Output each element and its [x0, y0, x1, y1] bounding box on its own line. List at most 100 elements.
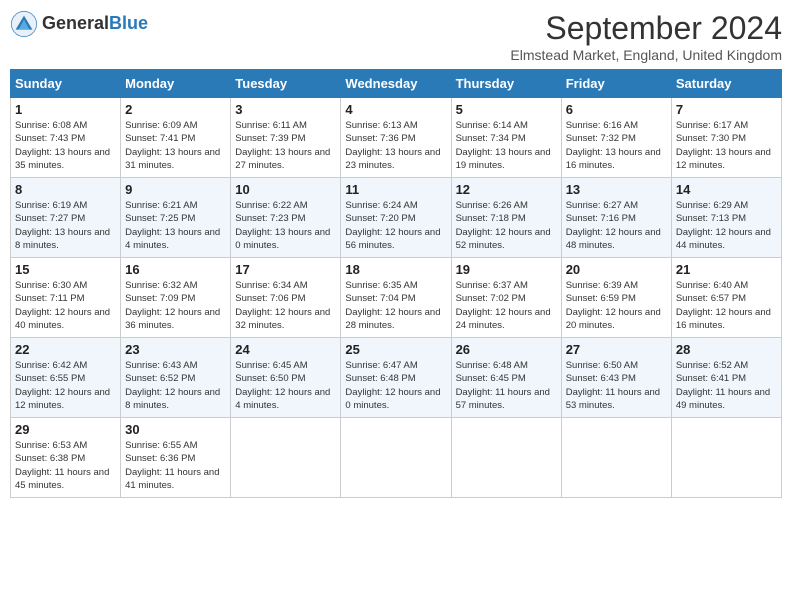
day-info: Sunrise: 6:22 AMSunset: 7:23 PMDaylight:… [235, 199, 336, 252]
calendar-cell [671, 418, 781, 498]
day-number: 15 [15, 262, 116, 277]
calendar-cell [451, 418, 561, 498]
calendar-cell: 4 Sunrise: 6:13 AMSunset: 7:36 PMDaylight… [341, 98, 451, 178]
day-info: Sunrise: 6:50 AMSunset: 6:43 PMDaylight:… [566, 359, 667, 412]
logo-blue: Blue [109, 13, 148, 33]
day-info: Sunrise: 6:19 AMSunset: 7:27 PMDaylight:… [15, 199, 116, 252]
day-number: 4 [345, 102, 446, 117]
day-number: 21 [676, 262, 777, 277]
weekday-header-tuesday: Tuesday [231, 70, 341, 98]
day-info: Sunrise: 6:29 AMSunset: 7:13 PMDaylight:… [676, 199, 777, 252]
calendar-cell: 28Sunrise: 6:52 AMSunset: 6:41 PMDayligh… [671, 338, 781, 418]
calendar-week-row: 15 Sunrise: 6:30 AMSunset: 7:11 PMDayligh… [11, 258, 782, 338]
calendar-week-row: 8Sunrise: 6:19 AMSunset: 7:27 PMDaylight… [11, 178, 782, 258]
day-info: Sunrise: 6:55 AMSunset: 6:36 PMDaylight:… [125, 439, 226, 492]
calendar-cell: 16 Sunrise: 6:32 AMSunset: 7:09 PMDayligh… [121, 258, 231, 338]
weekday-header-saturday: Saturday [671, 70, 781, 98]
day-info: Sunrise: 6:43 AMSunset: 6:52 PMDaylight:… [125, 359, 226, 412]
calendar-week-row: 22 Sunrise: 6:42 AMSunset: 6:55 PMDayligh… [11, 338, 782, 418]
calendar-cell [341, 418, 451, 498]
day-number: 6 [566, 102, 667, 117]
day-number: 22 [15, 342, 116, 357]
day-info: Sunrise: 6:13 AMSunset: 7:36 PMDaylight:… [345, 119, 446, 172]
day-number: 30 [125, 422, 226, 437]
day-info: Sunrise: 6:16 AMSunset: 7:32 PMDaylight:… [566, 119, 667, 172]
day-number: 3 [235, 102, 336, 117]
calendar-cell: 24Sunrise: 6:45 AMSunset: 6:50 PMDayligh… [231, 338, 341, 418]
calendar-cell: 15 Sunrise: 6:30 AMSunset: 7:11 PMDayligh… [11, 258, 121, 338]
day-info: Sunrise: 6:21 AMSunset: 7:25 PMDaylight:… [125, 199, 226, 252]
logo: GeneralBlue [10, 10, 148, 38]
calendar-cell: 17 Sunrise: 6:34 AMSunset: 7:06 PMDayligh… [231, 258, 341, 338]
logo-icon [10, 10, 38, 38]
calendar-cell [561, 418, 671, 498]
calendar-cell: 13Sunrise: 6:27 AMSunset: 7:16 PMDayligh… [561, 178, 671, 258]
calendar-cell: 9 Sunrise: 6:21 AMSunset: 7:25 PMDaylight… [121, 178, 231, 258]
calendar-cell: 26 Sunrise: 6:48 AMSunset: 6:45 PMDayligh… [451, 338, 561, 418]
day-info: Sunrise: 6:52 AMSunset: 6:41 PMDaylight:… [676, 359, 777, 412]
day-number: 2 [125, 102, 226, 117]
logo-text: GeneralBlue [42, 14, 148, 34]
calendar-cell: 6 Sunrise: 6:16 AMSunset: 7:32 PMDaylight… [561, 98, 671, 178]
calendar-cell: 2 Sunrise: 6:09 AMSunset: 7:41 PMDaylight… [121, 98, 231, 178]
calendar-cell: 18Sunrise: 6:35 AMSunset: 7:04 PMDayligh… [341, 258, 451, 338]
day-info: Sunrise: 6:14 AMSunset: 7:34 PMDaylight:… [456, 119, 557, 172]
calendar-cell: 29Sunrise: 6:53 AMSunset: 6:38 PMDayligh… [11, 418, 121, 498]
day-info: Sunrise: 6:35 AMSunset: 7:04 PMDaylight:… [345, 279, 446, 332]
day-number: 26 [456, 342, 557, 357]
day-number: 24 [235, 342, 336, 357]
day-info: Sunrise: 6:24 AMSunset: 7:20 PMDaylight:… [345, 199, 446, 252]
day-number: 16 [125, 262, 226, 277]
title-area: September 2024 Elmstead Market, England,… [510, 10, 782, 63]
day-number: 19 [456, 262, 557, 277]
day-info: Sunrise: 6:09 AMSunset: 7:41 PMDaylight:… [125, 119, 226, 172]
day-number: 27 [566, 342, 667, 357]
day-info: Sunrise: 6:17 AMSunset: 7:30 PMDaylight:… [676, 119, 777, 172]
day-number: 17 [235, 262, 336, 277]
calendar-table: SundayMondayTuesdayWednesdayThursdayFrid… [10, 69, 782, 498]
calendar-cell: 8Sunrise: 6:19 AMSunset: 7:27 PMDaylight… [11, 178, 121, 258]
weekday-header-friday: Friday [561, 70, 671, 98]
weekday-header-row: SundayMondayTuesdayWednesdayThursdayFrid… [11, 70, 782, 98]
calendar-cell: 20 Sunrise: 6:39 AMSunset: 6:59 PMDayligh… [561, 258, 671, 338]
page-header: GeneralBlue September 2024 Elmstead Mark… [10, 10, 782, 63]
day-info: Sunrise: 6:34 AMSunset: 7:06 PMDaylight:… [235, 279, 336, 332]
day-info: Sunrise: 6:08 AMSunset: 7:43 PMDaylight:… [15, 119, 116, 172]
day-number: 29 [15, 422, 116, 437]
calendar-cell: 27 Sunrise: 6:50 AMSunset: 6:43 PMDayligh… [561, 338, 671, 418]
day-number: 25 [345, 342, 446, 357]
month-title: September 2024 [510, 10, 782, 47]
weekday-header-sunday: Sunday [11, 70, 121, 98]
calendar-cell: 25Sunrise: 6:47 AMSunset: 6:48 PMDayligh… [341, 338, 451, 418]
calendar-cell: 11 Sunrise: 6:24 AMSunset: 7:20 PMDayligh… [341, 178, 451, 258]
day-info: Sunrise: 6:30 AMSunset: 7:11 PMDaylight:… [15, 279, 116, 332]
day-number: 10 [235, 182, 336, 197]
day-info: Sunrise: 6:32 AMSunset: 7:09 PMDaylight:… [125, 279, 226, 332]
day-info: Sunrise: 6:39 AMSunset: 6:59 PMDaylight:… [566, 279, 667, 332]
calendar-cell [231, 418, 341, 498]
logo-general: General [42, 13, 109, 33]
calendar-cell: 1Sunrise: 6:08 AMSunset: 7:43 PMDaylight… [11, 98, 121, 178]
day-number: 7 [676, 102, 777, 117]
day-info: Sunrise: 6:42 AMSunset: 6:55 PMDaylight:… [15, 359, 116, 412]
calendar-cell: 23 Sunrise: 6:43 AMSunset: 6:52 PMDayligh… [121, 338, 231, 418]
calendar-cell: 10 Sunrise: 6:22 AMSunset: 7:23 PMDayligh… [231, 178, 341, 258]
day-number: 11 [345, 182, 446, 197]
day-info: Sunrise: 6:37 AMSunset: 7:02 PMDaylight:… [456, 279, 557, 332]
day-info: Sunrise: 6:48 AMSunset: 6:45 PMDaylight:… [456, 359, 557, 412]
weekday-header-wednesday: Wednesday [341, 70, 451, 98]
day-number: 9 [125, 182, 226, 197]
calendar-cell: 30 Sunrise: 6:55 AMSunset: 6:36 PMDayligh… [121, 418, 231, 498]
day-info: Sunrise: 6:11 AMSunset: 7:39 PMDaylight:… [235, 119, 336, 172]
calendar-cell: 3 Sunrise: 6:11 AMSunset: 7:39 PMDaylight… [231, 98, 341, 178]
day-number: 5 [456, 102, 557, 117]
calendar-cell: 12Sunrise: 6:26 AMSunset: 7:18 PMDayligh… [451, 178, 561, 258]
day-number: 23 [125, 342, 226, 357]
calendar-cell: 7 Sunrise: 6:17 AMSunset: 7:30 PMDaylight… [671, 98, 781, 178]
calendar-cell: 5 Sunrise: 6:14 AMSunset: 7:34 PMDaylight… [451, 98, 561, 178]
day-number: 20 [566, 262, 667, 277]
calendar-cell: 21 Sunrise: 6:40 AMSunset: 6:57 PMDayligh… [671, 258, 781, 338]
day-info: Sunrise: 6:40 AMSunset: 6:57 PMDaylight:… [676, 279, 777, 332]
calendar-cell: 22 Sunrise: 6:42 AMSunset: 6:55 PMDayligh… [11, 338, 121, 418]
day-number: 13 [566, 182, 667, 197]
